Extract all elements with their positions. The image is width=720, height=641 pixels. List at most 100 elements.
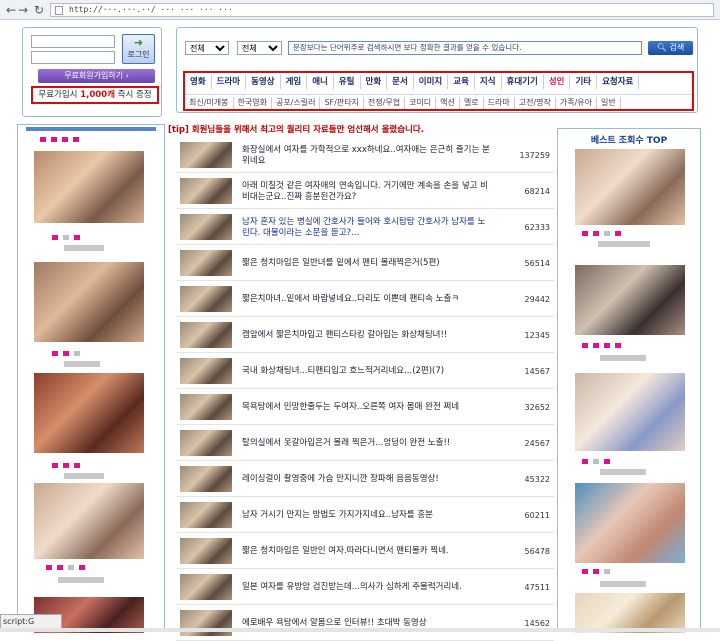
post-title[interactable]: 짧은 청치마입은 일반녀를 밑에서 팬티 몰래찍은거(5편) — [242, 246, 492, 281]
post-thumbnail[interactable] — [180, 502, 232, 528]
search-button[interactable]: 🔍︎ 검색 — [648, 41, 693, 55]
post-row[interactable]: 탈의실에서 옷갈아입은거 몰래 찍은거...엉덩이 완전 노출!! 24567 — [176, 426, 554, 461]
category-3[interactable]: 게임 — [281, 75, 308, 89]
left-rating-4 — [46, 565, 85, 570]
post-thumbnail[interactable] — [180, 214, 232, 240]
post-title[interactable]: 목욕탕에서 민망한줄두는 두여자..오른쪽 여자 몸매 완전 쩌네 — [242, 390, 492, 425]
post-row[interactable]: 일본 여자를 유방암 검진받는데...의사가 심하게 주물럭거리네. 47511 — [176, 570, 554, 605]
left-title-1 — [40, 137, 79, 142]
category-10[interactable]: 지식 — [475, 75, 502, 89]
category-11[interactable]: 휴대기기 — [502, 75, 544, 89]
left-thumbnail-4[interactable] — [34, 483, 144, 559]
category-5[interactable]: 유틸 — [334, 75, 361, 89]
post-row[interactable]: 짧은치마녀..밑에서 바람넣네요..다리도 이쁜데 팬티속 노출ㅋ 29442 — [176, 282, 554, 317]
subcategory-11[interactable]: 일반 — [597, 97, 621, 109]
best-caption-4 — [600, 581, 646, 587]
best-rating-1 — [582, 231, 621, 236]
refresh-icon[interactable]: ↻ — [32, 3, 46, 17]
search-input[interactable]: 문장보다는 단어위주로 검색하시면 보다 정확한 결과를 얻을 수 있습니다. — [288, 41, 642, 55]
forward-icon[interactable]: → — [16, 3, 30, 17]
main-category-row: 영화 드라마 동영상 게임 애니 유틸 만화 문서 이미지 교육 지식 휴대기기 성인 기타 요청자료 — [185, 75, 692, 89]
browser-toolbar: ← → ↻ http://···.···.··/ ··· ··· ··· ··· — [0, 0, 720, 20]
best-thumbnail-3[interactable] — [575, 373, 685, 451]
subcategory-7[interactable]: 멜로 — [460, 97, 484, 109]
username-input[interactable] — [31, 35, 115, 48]
subcategory-0[interactable]: 최신/미개봉 — [185, 97, 234, 109]
post-row[interactable]: 짧은 청치마입은 일반인 여자.따라다니면서 팬티몰카 찍네. 56478 — [176, 534, 554, 569]
post-thumbnail[interactable] — [180, 142, 232, 168]
post-title[interactable]: 짧은치마녀..밑에서 바람넣네요..다리도 이쁜데 팬티속 노출ㅋ — [242, 282, 492, 317]
post-row[interactable]: 국내 화상채팅녀...티팬티입고 흐느적거리네요...(2편)(7) 14567 — [176, 354, 554, 389]
category-0[interactable]: 영화 — [185, 75, 212, 89]
best-thumbnail-4[interactable] — [575, 483, 685, 563]
post-title[interactable]: 남자 거시기 만지는 방법도 가지가지네요..남자를 흥분 — [242, 498, 492, 533]
subcategory-10[interactable]: 가족/유아 — [556, 97, 597, 109]
category-12[interactable]: 성인 — [544, 75, 571, 89]
post-thumbnail[interactable] — [180, 286, 232, 312]
category-14[interactable]: 요청자료 — [597, 75, 640, 89]
post-thumbnail[interactable] — [180, 466, 232, 492]
category-6[interactable]: 만화 — [361, 75, 388, 89]
post-row[interactable]: 화장실에서 여자를 가학적으로 xxx하네요..여자애는 은근히 즐기는 분위네… — [176, 138, 554, 173]
subcategory-9[interactable]: 고전/명작 — [515, 97, 556, 109]
post-title[interactable]: 남자 혼자 있는 병실에 간호사가 들어와 호시탐탐 간호사가 남자를 노린다.… — [242, 210, 492, 245]
signup-button[interactable]: 무료회원가입하기 › — [38, 69, 155, 83]
post-title[interactable]: 아래 미칠것 같은 여자애의 연속입니다. 거기에만 계속을 손을 넣고 비비대… — [242, 174, 492, 209]
post-title[interactable]: 국내 화상채팅녀...티팬티입고 흐느적거리네요...(2편)(7) — [242, 354, 492, 389]
post-thumbnail[interactable] — [180, 574, 232, 600]
category-8[interactable]: 이미지 — [414, 75, 449, 89]
post-thumbnail[interactable] — [180, 178, 232, 204]
subcategory-6[interactable]: 액션 — [436, 97, 460, 109]
subcategory-8[interactable]: 드라마 — [484, 97, 515, 109]
subcategory-5[interactable]: 코미디 — [405, 97, 437, 109]
post-thumbnail[interactable] — [180, 610, 232, 636]
post-row[interactable]: 레이싱걸이 촬영중에 가슴 만지니깐 장파해 음음동영상! 45322 — [176, 462, 554, 497]
post-row[interactable]: 아래 미칠것 같은 여자애의 연속입니다. 거기에만 계속을 손을 넣고 비비대… — [176, 174, 554, 209]
login-button[interactable]: ➜ 로그인 — [122, 34, 155, 64]
post-row[interactable]: 캠앞에서 짧은치마입고 팬티스타킹 갈아입는 화상채팅녀!! 12345 — [176, 318, 554, 353]
post-thumbnail[interactable] — [180, 322, 232, 348]
post-title[interactable]: 탈의실에서 옷갈아입은거 몰래 찍은거...엉덩이 완전 노출!! — [242, 426, 492, 461]
best-caption-3 — [600, 469, 646, 475]
subcategory-2[interactable]: 공포/스릴러 — [272, 97, 321, 109]
post-title[interactable]: 일본 여자를 유방암 검진받는데...의사가 심하게 주물럭거리네. — [242, 570, 492, 605]
category-1[interactable]: 드라마 — [212, 75, 247, 89]
left-thumbnail-1[interactable] — [34, 151, 144, 223]
post-thumbnail[interactable] — [180, 358, 232, 384]
post-row[interactable]: 목욕탕에서 민망한줄두는 두여자..오른쪽 여자 몸매 완전 쩌네 32652 — [176, 390, 554, 425]
horizontal-scrollbar[interactable] — [0, 628, 720, 632]
post-title[interactable]: 레이싱걸이 촬영중에 가슴 만지니깐 장파해 음음동영상! — [242, 462, 492, 497]
subcategory-3[interactable]: SF/판타지 — [320, 97, 364, 109]
left-thumbnail-3[interactable] — [34, 373, 144, 453]
post-row[interactable]: 남자 혼자 있는 병실에 간호사가 들어와 호시탐탐 간호사가 남자를 노린다.… — [176, 210, 554, 245]
category-7[interactable]: 문서 — [387, 75, 414, 89]
category-2[interactable]: 동영상 — [246, 75, 281, 89]
category-13[interactable]: 기타 — [570, 75, 598, 89]
best-thumbnail-1[interactable] — [575, 149, 685, 225]
post-thumbnail[interactable] — [180, 538, 232, 564]
post-thumbnail[interactable] — [180, 394, 232, 420]
search-button-label: 검색 — [669, 43, 685, 52]
address-bar[interactable]: http://···.···.··/ ··· ··· ··· ··· — [50, 3, 714, 17]
post-title[interactable]: 짧은 청치마입은 일반인 여자.따라다니면서 팬티몰카 찍네. — [242, 534, 492, 569]
category-9[interactable]: 교육 — [448, 75, 475, 89]
password-input[interactable] — [31, 51, 115, 64]
tip-banner: [tip] 회원님들을 위해서 최고의 퀄리티 자료들만 엄선해서 올렸습니다. — [168, 125, 424, 135]
post-title[interactable]: 캠앞에서 짧은치마입고 팬티스타킹 갈아입는 화상채팅녀!! — [242, 318, 492, 353]
post-thumbnail[interactable] — [180, 430, 232, 456]
subcategory-1[interactable]: 한국영화 — [234, 97, 272, 109]
best-thumbnail-5[interactable] — [575, 593, 685, 633]
left-thumbnail-2[interactable] — [34, 262, 144, 342]
post-title[interactable]: 에로배우 욕탕에서 알몸으로 인터뷰!! 초대박 동영상 — [242, 606, 492, 641]
post-row[interactable]: 남자 거시기 만지는 방법도 가지가지네요..남자를 흥분 60211 — [176, 498, 554, 533]
best-thumbnail-2[interactable] — [575, 265, 685, 335]
best-views-title: 베스트 조회수 TOP — [590, 136, 668, 146]
search-field-select[interactable]: 전체 — [237, 41, 282, 55]
post-thumbnail[interactable] — [180, 250, 232, 276]
post-row[interactable]: 짧은 청치마입은 일반녀를 밑에서 팬티 몰래찍은거(5편) 56514 — [176, 246, 554, 281]
search-scope-select[interactable]: 전체 — [185, 41, 229, 55]
category-4[interactable]: 애니 — [307, 75, 334, 89]
post-row[interactable]: 에로배우 욕탕에서 알몸으로 인터뷰!! 초대박 동영상 14562 — [176, 606, 554, 641]
subcategory-4[interactable]: 전쟁/무협 — [364, 97, 406, 109]
post-title[interactable]: 화장실에서 여자를 가학적으로 xxx하네요..여자애는 은근히 즐기는 분위네… — [242, 138, 492, 173]
